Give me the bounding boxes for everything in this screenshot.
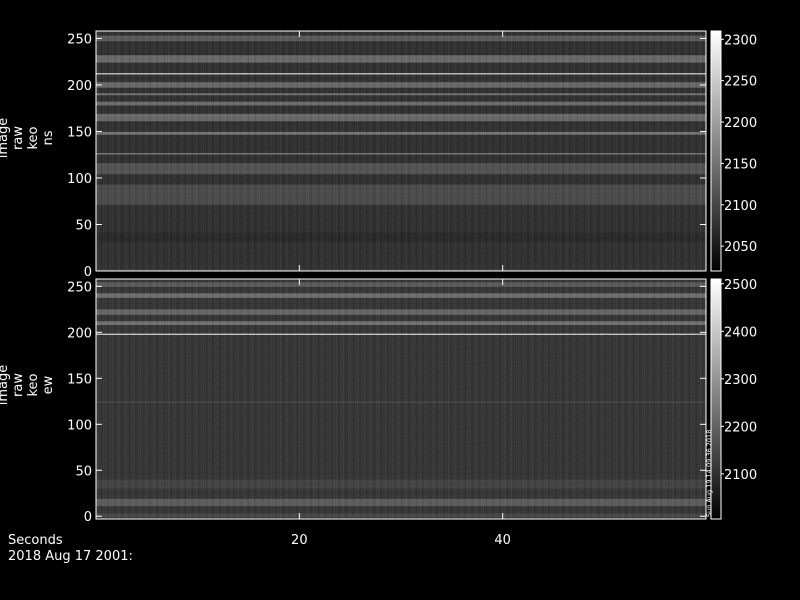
y-tick-label: 50: [75, 218, 92, 233]
y-tick-label: 0: [84, 510, 92, 525]
y-tick-label: 250: [67, 32, 92, 47]
x-axis-title: Seconds: [8, 533, 63, 548]
y-axis-label-line: image: [0, 118, 11, 159]
colorbar-tick-label: 2200: [724, 116, 757, 131]
panel-ns: 0 50 100 150 200 250 image raw keo ns 2050 2100 2150…: [0, 30, 757, 280]
y-axis-label-line: raw: [11, 126, 26, 150]
colorbar-tick-label: 2050: [724, 240, 757, 255]
y-tick-label: 0: [84, 265, 92, 280]
y-axis-label-line: keo: [26, 126, 41, 149]
timestamp-annotation: Sun Aug 19 14:09:36 2018: [705, 430, 713, 517]
image-noise: [96, 31, 706, 271]
keogram-figure: 050100150200250image raw keo ns205021002150…: [0, 30, 757, 564]
colorbar-tick-label: 2100: [724, 468, 757, 483]
date-label: 2018 Aug 17 2001:: [8, 549, 133, 564]
colorbar-tick-label: 2300: [724, 373, 757, 388]
y-tick-label: 100: [67, 418, 92, 433]
y-tick-label: 200: [67, 79, 92, 94]
y-axis-label-line: ns: [41, 130, 56, 145]
colorbar-tick-label: 2250: [724, 75, 757, 90]
colorbar-tick-label: 2200: [724, 420, 757, 435]
colorbar-tick-label: 2300: [724, 33, 757, 48]
y-tick-label: 250: [67, 280, 92, 295]
y-axis-label-line: keo: [26, 373, 41, 396]
y-axis-label-line: raw: [11, 373, 26, 397]
colorbar: [710, 30, 722, 272]
x-tick-label: 40: [494, 533, 511, 548]
image-noise: [96, 279, 706, 519]
y-axis-label-line: ew: [41, 375, 56, 394]
y-tick-label: 50: [75, 464, 92, 479]
colorbar-tick-label: 2400: [724, 325, 757, 340]
y-tick-label: 150: [67, 125, 92, 140]
y-tick-label: 200: [67, 326, 92, 341]
colorbar-tick-label: 2150: [724, 157, 757, 172]
colorbar-tick-label: 2500: [724, 278, 757, 293]
panel-ew: 0 50 100 150 200 250 20 40 image raw keo ew 2100 2200…: [0, 278, 757, 548]
y-axis-label-line: image: [0, 365, 11, 406]
colorbar-tick-label: 2100: [724, 199, 757, 214]
y-tick-label: 100: [67, 172, 92, 187]
y-tick-label: 150: [67, 372, 92, 387]
x-tick-label: 20: [291, 533, 308, 548]
